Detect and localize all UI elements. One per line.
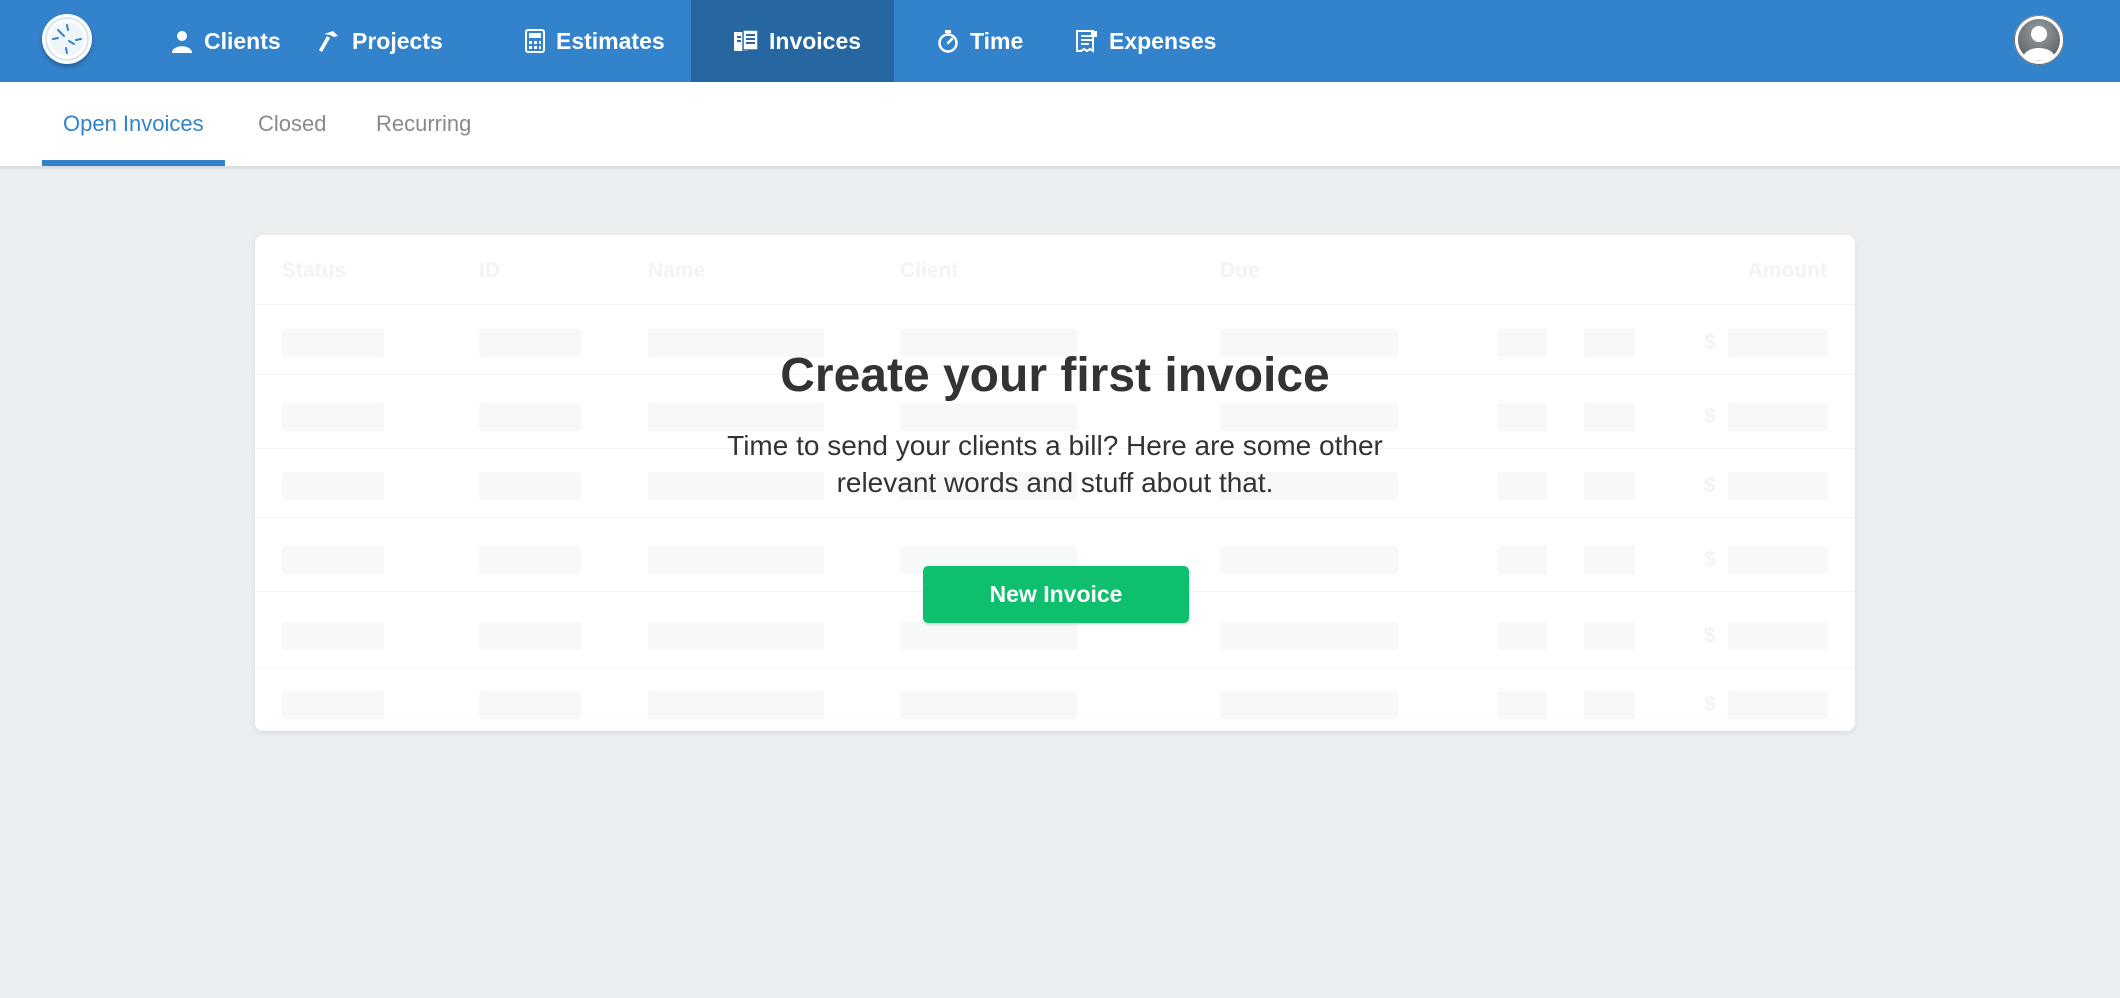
receipt-icon [1075,29,1099,53]
placeholder-bar [479,472,581,500]
nav-expenses[interactable]: Expenses [1059,0,1259,82]
nav-estimates-label: Estimates [556,27,665,54]
stopwatch-icon [936,29,960,53]
placeholder-bar [1728,691,1828,719]
placeholder-bar [1497,546,1547,574]
top-navbar: Clients Projects Estimates Invoices Time [0,0,2120,82]
header-name: Name [648,259,706,282]
currency-symbol: $ [1704,693,1716,716]
app-logo[interactable] [42,14,92,64]
clock-logo-icon [45,17,89,61]
placeholder-bar [479,546,581,574]
nav-estimates[interactable]: Estimates [494,0,691,82]
header-due: Due [1220,259,1260,282]
placeholder-bar [648,546,824,574]
invoice-subtabs: Open Invoices Closed Recurring [0,82,2120,166]
placeholder-bar [282,403,384,431]
calculator-icon [524,29,546,53]
placeholder-bar [648,622,824,650]
hammer-icon [316,28,342,54]
placeholder-bar [1584,691,1635,719]
new-invoice-button[interactable]: New Invoice [923,566,1189,623]
placeholder-bar [1497,622,1547,650]
placeholder-bar [1497,691,1547,719]
placeholder-bar [1584,403,1635,431]
currency-symbol: $ [1704,405,1716,428]
tab-recurring[interactable]: Recurring [376,82,471,166]
ghost-table-header: Status ID Name Client Due Amount [255,235,1855,305]
header-status: Status [282,259,347,282]
empty-state-description: Time to send your clients a bill? Here a… [727,430,1383,498]
nav-invoices-label: Invoices [769,27,862,54]
nav-expenses-label: Expenses [1109,27,1217,54]
placeholder-bar [479,403,581,431]
placeholder-bar [1584,472,1635,500]
placeholder-bar [1584,622,1635,650]
placeholder-bar [648,691,824,719]
header-amount: Amount [1747,259,1827,282]
empty-state-title: Create your first invoice [780,349,1330,402]
placeholder-bar [1728,472,1828,500]
header-id: ID [479,259,500,282]
header-client: Client [900,259,959,282]
placeholder-bar [282,622,384,650]
placeholder-bar [1220,622,1398,650]
ghost-table-row: $ [255,667,1855,731]
nav-time[interactable]: Time [894,0,1059,82]
placeholder-bar [282,691,384,719]
placeholder-bar [282,546,384,574]
placeholder-bar [1220,691,1398,719]
user-silhouette-icon [2014,15,2064,65]
placeholder-bar [479,622,581,650]
person-icon [170,29,194,53]
placeholder-bar [900,622,1077,650]
placeholder-bar [282,472,384,500]
tab-closed[interactable]: Closed [258,82,326,166]
nav-time-label: Time [970,27,1024,54]
placeholder-bar [1728,622,1828,650]
placeholder-bar [1728,546,1828,574]
placeholder-bar [1497,403,1547,431]
user-avatar[interactable] [2014,15,2064,65]
currency-symbol: $ [1704,474,1716,497]
nav-clients-label: Clients [204,27,281,54]
tab-open-invoices[interactable]: Open Invoices [42,82,225,166]
invoice-icon [733,29,759,53]
placeholder-bar [1220,546,1398,574]
nav-projects[interactable]: Projects [294,0,494,82]
placeholder-bar [900,691,1077,719]
invoices-card: Status ID Name Client Due Amount $ $ $ $ $ $ … [255,235,1855,731]
placeholder-bar [1584,546,1635,574]
nav-projects-label: Projects [352,27,443,54]
main-nav: Clients Projects Estimates Invoices Time [148,0,1259,82]
placeholder-bar [479,691,581,719]
nav-clients[interactable]: Clients [148,0,294,82]
nav-invoices[interactable]: Invoices [691,0,894,82]
placeholder-bar [1728,403,1828,431]
placeholder-bar [1497,472,1547,500]
currency-symbol: $ [1704,548,1716,571]
currency-symbol: $ [1704,624,1716,647]
